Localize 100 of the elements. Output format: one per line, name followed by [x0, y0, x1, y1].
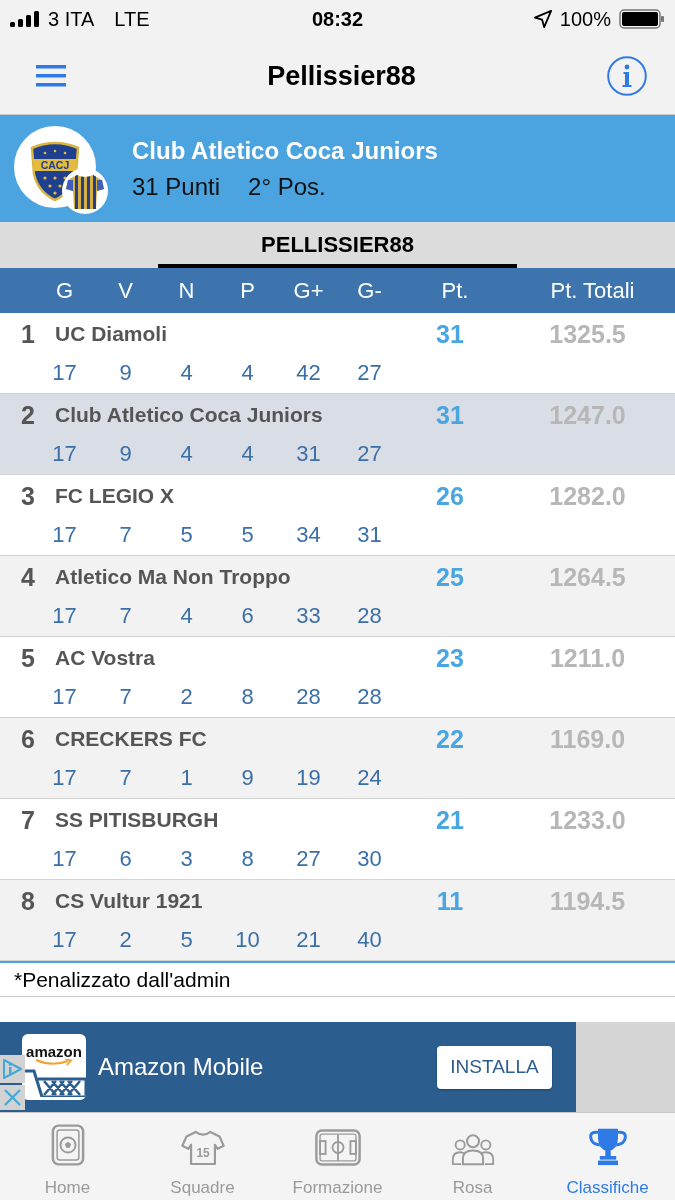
battery-percent: 100% — [559, 7, 611, 31]
stat-cell: 19 — [296, 765, 321, 791]
rank-cell-text: 8 — [20, 886, 36, 916]
info-icon[interactable] — [607, 56, 647, 96]
stat-cell: 28 — [357, 603, 382, 629]
stat-cell: 2 — [119, 927, 132, 953]
stat-cell: 24 — [357, 765, 382, 791]
stat-cell: 17 — [52, 684, 77, 710]
stat-cell: 31 — [296, 441, 321, 467]
stat-cell: 34 — [296, 522, 321, 548]
stat-cell: 6 — [119, 846, 132, 872]
team-name-cell: AC Vostra — [55, 646, 155, 670]
stat-cell: 8 — [241, 684, 254, 710]
rank-cell-text: 4 — [20, 562, 36, 592]
stat-cell: 6 — [241, 603, 254, 629]
stat-cell: 5 — [180, 522, 193, 548]
team-name-cell: Atletico Ma Non Troppo — [55, 565, 291, 589]
ad-title: Amazon Mobile — [98, 1053, 264, 1081]
stat-cell: 27 — [296, 846, 321, 872]
stat-cell: 42 — [296, 360, 321, 386]
stat-cell: 27 — [357, 441, 382, 467]
team-points: 31 Punti — [132, 172, 221, 201]
stat-cell: 17 — [52, 927, 77, 953]
rank-cell-text: 2 — [20, 400, 36, 430]
stat-cell: 17 — [52, 360, 77, 386]
points-cell-text: 21 — [435, 805, 465, 835]
stat-cell: 7 — [119, 684, 132, 710]
tab-item[interactable]: Rosa — [405, 1113, 540, 1200]
footnote-text: *Penalizzato dall'admin — [14, 967, 231, 992]
team-name-cell: Club Atletico Coca Juniors — [55, 403, 323, 427]
stat-cell: 17 — [52, 846, 77, 872]
tab-item[interactable]: 15 Squadre — [135, 1113, 270, 1200]
points-cell-text: 11 — [435, 886, 465, 916]
team-name-cell: CS Vultur 1921 — [55, 889, 203, 913]
people-icon — [450, 1133, 495, 1166]
column-header: P — [240, 277, 255, 304]
stat-cell: 30 — [357, 846, 382, 872]
install-button[interactable]: INSTALLA — [437, 1045, 552, 1089]
tab-item[interactable]: Classifiche — [540, 1113, 675, 1200]
stat-cell: 28 — [357, 684, 382, 710]
ad-banner[interactable]: amazon Amazon Mobile INSTALLA — [0, 1022, 576, 1112]
column-header: G — [55, 277, 74, 304]
points-cell-text: 23 — [435, 643, 465, 673]
stat-cell: 40 — [357, 927, 382, 953]
team-name-cell: CRECKERS FC — [55, 727, 207, 751]
stat-cell: 17 — [52, 441, 77, 467]
stat-cell: 27 — [357, 360, 382, 386]
stat-cell: 4 — [241, 360, 254, 386]
team-name-cell: UC Diamoli — [55, 322, 167, 346]
total-points-cell-text: 1325.5 — [548, 319, 627, 349]
logo-arrow-icon — [34, 1059, 74, 1067]
stat-cell: 28 — [296, 684, 321, 710]
stat-cell: 33 — [296, 603, 321, 629]
stat-cell: 4 — [241, 441, 254, 467]
crest-text: CACJ — [40, 158, 70, 171]
stat-cell: 9 — [241, 765, 254, 791]
rank-cell-text: 1 — [20, 319, 36, 349]
points-cell-text: 31 — [435, 319, 465, 349]
stat-cell: 1 — [180, 765, 193, 791]
total-points-cell-text: 1169.0 — [548, 724, 627, 754]
column-header: Pt. — [441, 277, 469, 304]
battery-icon — [619, 9, 665, 29]
tab-item[interactable]: Home — [0, 1113, 135, 1200]
column-header: N — [178, 277, 195, 304]
points-cell-text: 25 — [435, 562, 465, 592]
total-points-cell-text: 1194.5 — [548, 886, 627, 916]
carrier-name: 3 ITA — [48, 7, 95, 31]
points-cell-text: 26 — [435, 481, 465, 511]
column-header: Pt. Totali — [550, 277, 635, 304]
logo-text: amazon — [26, 1044, 82, 1059]
stat-cell: 7 — [119, 765, 132, 791]
location-arrow-icon — [533, 10, 552, 28]
stat-cell: 5 — [180, 927, 193, 953]
menu-icon[interactable] — [36, 65, 66, 87]
total-points-cell-text: 1211.0 — [548, 643, 627, 673]
stat-cell: 3 — [180, 846, 193, 872]
stat-cell: 5 — [241, 522, 254, 548]
stat-cell: 17 — [52, 603, 77, 629]
stat-cell: 7 — [119, 603, 132, 629]
stat-cell: 9 — [119, 360, 132, 386]
total-points-cell-text: 1233.0 — [548, 805, 627, 835]
rank-cell-text: 7 — [20, 805, 36, 835]
network-type: LTE — [114, 7, 150, 31]
stat-cell: 4 — [180, 360, 193, 386]
rank-cell-text: 5 — [20, 643, 36, 673]
stat-cell: 17 — [52, 522, 77, 548]
page-title: Pellissier88 — [267, 60, 416, 92]
stat-cell: 2 — [180, 684, 193, 710]
stat-cell: 31 — [357, 522, 382, 548]
stat-cell: 8 — [241, 846, 254, 872]
column-header: V — [118, 277, 133, 304]
column-header: G+ — [293, 277, 324, 304]
cart-icon — [22, 1069, 86, 1097]
tab-item[interactable]: Formazione — [270, 1113, 405, 1200]
jersey-number: 15 — [195, 1145, 210, 1160]
stat-cell: 21 — [296, 927, 321, 953]
stat-cell: 17 — [52, 765, 77, 791]
status-time: 08:32 — [311, 7, 364, 31]
stat-cell: 9 — [119, 441, 132, 467]
points-cell-text: 31 — [435, 400, 465, 430]
